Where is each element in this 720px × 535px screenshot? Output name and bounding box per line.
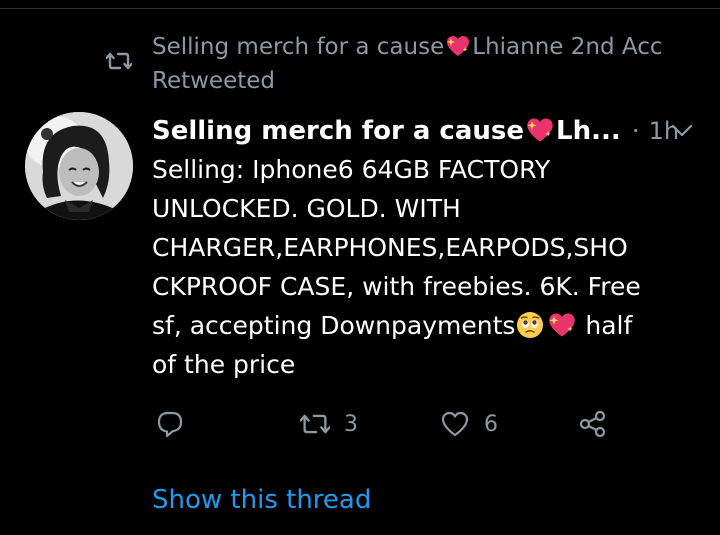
retweet-context-text: Selling merch for a cause Lhianne 2nd Ac… xyxy=(152,30,712,98)
reply-icon xyxy=(157,411,183,438)
top-divider xyxy=(0,8,720,9)
tweet-line: Selling: Iphone6 64GB FACTORY xyxy=(152,155,551,184)
sparkling-heart-icon xyxy=(549,313,576,337)
pleading-face-icon xyxy=(517,312,544,338)
share-icon xyxy=(579,410,606,438)
show-thread-link[interactable]: Show this thread xyxy=(152,482,371,518)
heart-icon xyxy=(441,411,469,437)
tweet-line: of the price xyxy=(152,350,296,379)
retweeter-name-suffix[interactable]: Lhianne 2nd Acc xyxy=(472,34,662,60)
tweet-line-suffix: half xyxy=(577,311,633,340)
display-name[interactable]: Selling merch for a cause Lh... xyxy=(152,116,621,146)
tweet-actions: 3 6 xyxy=(152,404,632,444)
like-count: 6 xyxy=(484,411,498,437)
retweeter-name-prefix[interactable]: Selling merch for a cause xyxy=(152,34,444,60)
share-button[interactable] xyxy=(578,404,608,444)
tweet-line: CHARGER,EARPHONES,EARPODS,SHO xyxy=(152,233,628,262)
display-name-suffix: Lh... xyxy=(556,116,621,146)
tweet-line-with-emoji: sf, accepting Downpayments half xyxy=(152,306,702,345)
like-button[interactable]: 6 xyxy=(440,404,498,444)
avatar-image xyxy=(25,112,133,220)
tweet-line-prefix: sf, accepting Downpayments xyxy=(152,311,516,340)
retweet-icon xyxy=(300,414,330,434)
reply-button[interactable] xyxy=(156,404,198,444)
header-separator: · xyxy=(631,117,640,145)
tweet-text: Selling: Iphone6 64GB FACTORY UNLOCKED. … xyxy=(152,150,702,384)
avatar[interactable] xyxy=(25,112,133,220)
retweet-icon xyxy=(106,52,132,70)
chevron-down-icon[interactable] xyxy=(671,124,693,138)
retweet-count: 3 xyxy=(344,411,358,437)
retweet-button[interactable]: 3 xyxy=(300,404,358,444)
sparkling-heart-icon xyxy=(527,118,553,142)
tweet-line: CKPROOF CASE, with freebies. 6K. Free xyxy=(152,272,641,301)
tweet-line: UNLOCKED. GOLD. WITH xyxy=(152,194,461,223)
sparkling-heart-icon xyxy=(447,36,470,56)
retweeted-label: Retweeted xyxy=(152,68,275,94)
tweet-header: Selling merch for a cause Lh... · 1h xyxy=(152,112,707,150)
display-name-prefix: Selling merch for a cause xyxy=(152,116,525,146)
